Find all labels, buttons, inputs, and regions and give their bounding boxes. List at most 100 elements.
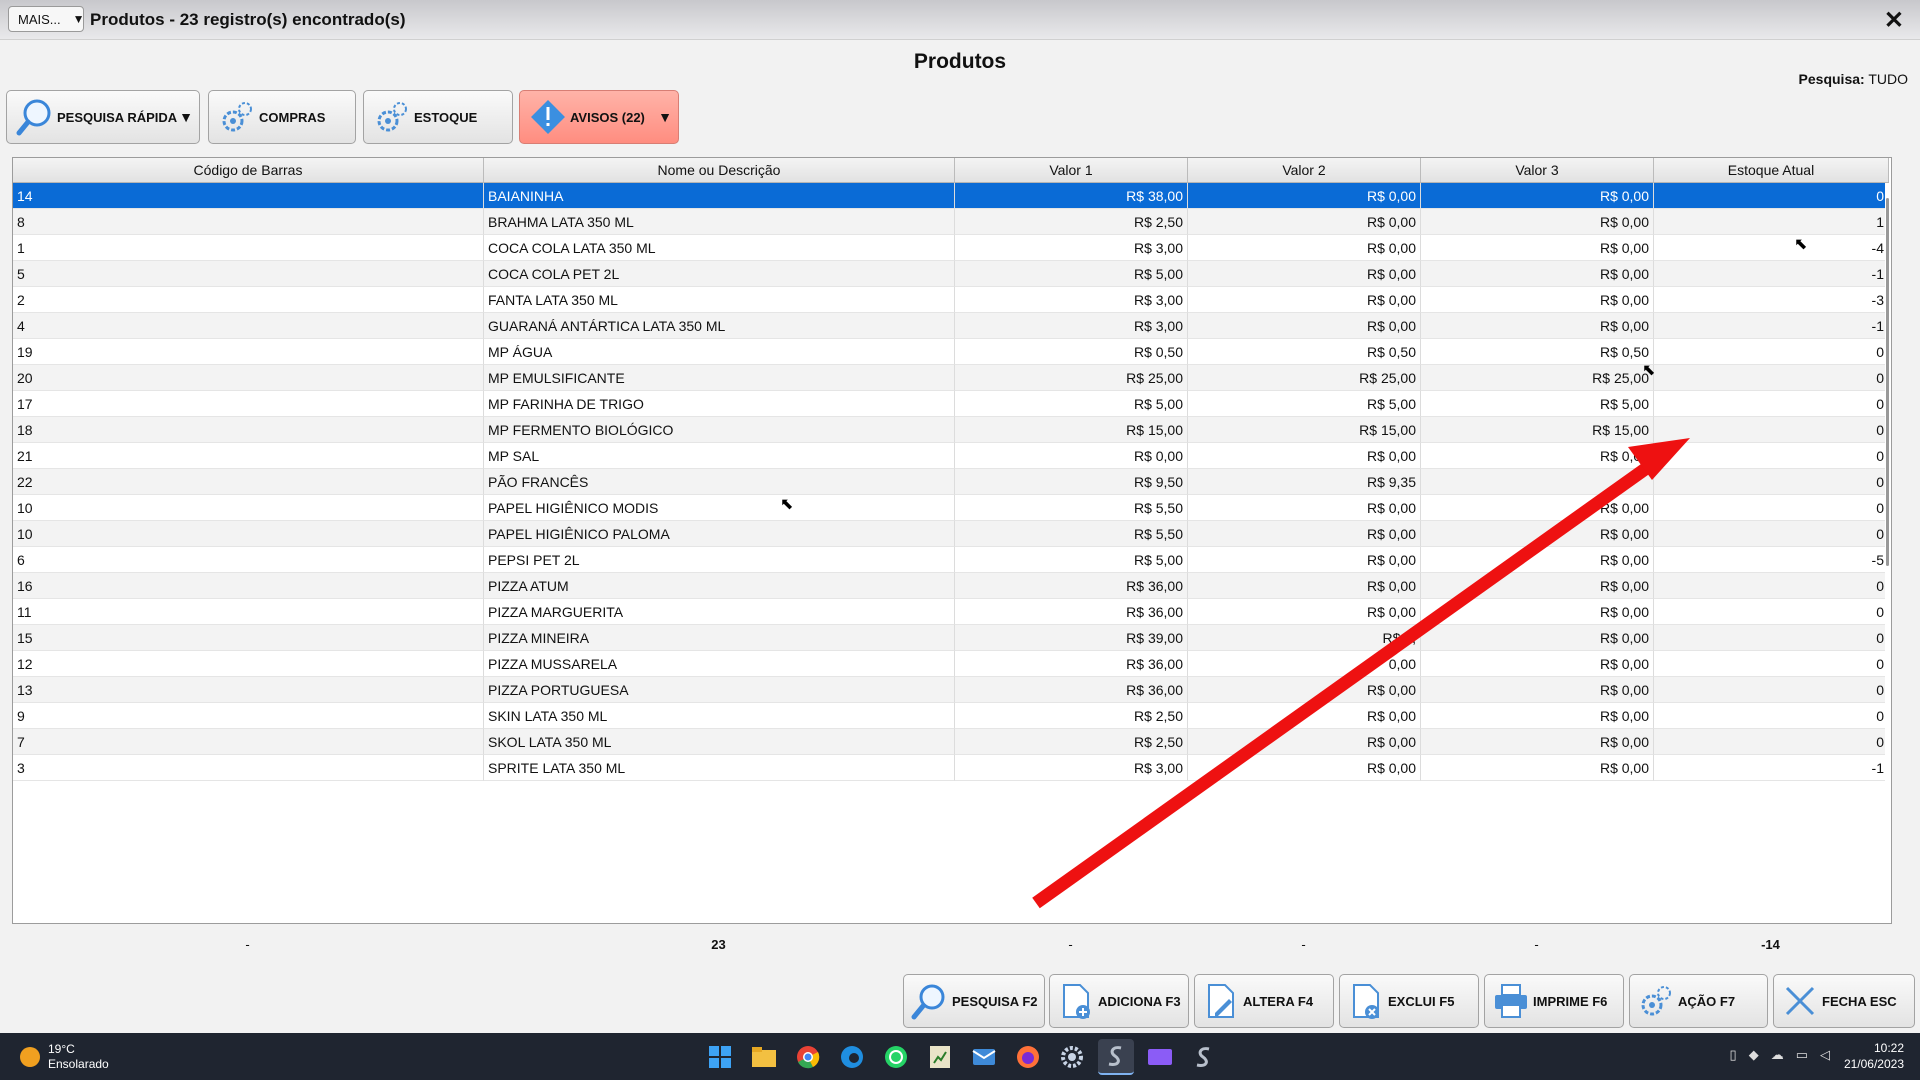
table-row[interactable]: 10 PAPEL HIGIÊNICO MODIS R$ 5,50 R$ 0,00 R$ … (13, 495, 1889, 521)
adiciona-button[interactable]: ADICIONA F3 (1049, 974, 1189, 1028)
table-row[interactable]: 7 SKOL LATA 350 ML R$ 2,50 R$ 0,00 R$ 0,00 0 (13, 729, 1889, 755)
table-row[interactable]: 21 MP SAL R$ 0,00 R$ 0,00 R$ 0,00 0 (13, 443, 1889, 469)
cell-nome: SPRITE LATA 350 ML (484, 755, 955, 781)
altera-button[interactable]: ALTERA F4 (1194, 974, 1334, 1028)
chevron-down-icon[interactable]: ▼ (658, 109, 672, 125)
taskbar: 19°C Ensolarado ▯ ◆ ☁ ▭ ◁ 10:22 21/06/20… (0, 1033, 1920, 1080)
cloud-icon[interactable]: ☁ (1771, 1047, 1784, 1063)
cell-valor3: R$ 0,00 (1421, 573, 1654, 599)
taskbar-apps (702, 1039, 1222, 1075)
cell-valor1: R$ 36,00 (955, 651, 1188, 677)
firefox-icon[interactable] (1010, 1039, 1046, 1075)
table-row[interactable]: 17 MP FARINHA DE TRIGO R$ 5,00 R$ 5,00 R$ 5,… (13, 391, 1889, 417)
column-header[interactable]: Valor 3 (1421, 158, 1654, 182)
table-row[interactable]: 1 COCA COLA LATA 350 ML R$ 3,00 R$ 0,00 R$ 0… (13, 235, 1889, 261)
estoque-button[interactable]: ESTOQUE (363, 90, 513, 144)
edge-icon[interactable] (834, 1039, 870, 1075)
volume-icon[interactable]: ◁ (1820, 1047, 1830, 1063)
cell-valor2: R$ 0,00 (1188, 573, 1421, 599)
compras-button[interactable]: COMPRAS (208, 90, 356, 144)
cell-valor1: R$ 2,50 (955, 209, 1188, 235)
settings-gear-icon[interactable] (1054, 1039, 1090, 1075)
chrome-icon[interactable] (790, 1039, 826, 1075)
estoque-label: ESTOQUE (414, 109, 478, 125)
network-icon[interactable]: ▭ (1796, 1047, 1808, 1063)
table-row[interactable]: 12 PIZZA MUSSARELA R$ 36,00 0,00 R$ 0,00 0 (13, 651, 1889, 677)
file-explorer-icon[interactable] (746, 1039, 782, 1075)
delete-document-icon (1344, 979, 1388, 1023)
cell-estoque: -5 (1654, 547, 1889, 573)
column-header[interactable]: Nome ou Descrição (484, 158, 955, 182)
clock-time: 10:22 (1873, 1041, 1904, 1055)
mail-app-icon[interactable] (966, 1039, 1002, 1075)
cell-valor2: R$ 0,00 (1188, 287, 1421, 313)
table-row[interactable]: 9 SKIN LATA 350 ML R$ 2,50 R$ 0,00 R$ 0,00 0 (13, 703, 1889, 729)
cell-valor1: R$ 36,00 (955, 599, 1188, 625)
table-row[interactable]: 13 PIZZA PORTUGUESA R$ 36,00 R$ 0,00 R$ 0,00… (13, 677, 1889, 703)
clock[interactable]: 10:22 21/06/2023 (1844, 1040, 1904, 1072)
cell-nome: SKOL LATA 350 ML (484, 729, 955, 755)
table-row[interactable]: 11 PIZZA MARGUERITA R$ 36,00 R$ 0,00 R$ 0,00… (13, 599, 1889, 625)
table-row[interactable]: 19 MP ÁGUA R$ 0,50 R$ 0,50 R$ 0,50 0 (13, 339, 1889, 365)
cell-estoque: 0 (1654, 703, 1889, 729)
mais-dropdown-button[interactable]: MAIS... ▼ (8, 6, 85, 32)
table-row[interactable]: 14 BAIANINHA R$ 38,00 R$ 0,00 R$ 0,00 0 (13, 183, 1889, 209)
exclui-button[interactable]: EXCLUI F5 (1339, 974, 1479, 1028)
column-header[interactable]: Valor 2 (1188, 158, 1421, 182)
table-row[interactable]: 10 PAPEL HIGIÊNICO PALOMA R$ 5,50 R$ 0,00 R$… (13, 521, 1889, 547)
cell-codigo: 4 (13, 313, 484, 339)
cell-valor2: R$ 0,00 (1188, 599, 1421, 625)
avisos-button[interactable]: AVISOS (22) ▼ (519, 90, 679, 144)
cell-nome: BRAHMA LATA 350 ML (484, 209, 955, 235)
chevron-down-icon[interactable]: ▼ (179, 109, 193, 125)
usb-icon[interactable]: ▯ (1730, 1047, 1737, 1063)
cell-codigo: 2 (13, 287, 484, 313)
table-row[interactable]: 2 FANTA LATA 350 ML R$ 3,00 R$ 0,00 R$ 0,00-… (13, 287, 1889, 313)
cell-codigo: 10 (13, 495, 484, 521)
cell-estoque: 0 (1654, 365, 1889, 391)
cell-codigo: 17 (13, 391, 484, 417)
table-row[interactable]: 4 GUARANÁ ANTÁRTICA LATA 350 ML R$ 3,00 R$ … (13, 313, 1889, 339)
table-row[interactable]: 20 MP EMULSIFICANTE R$ 25,00 R$ 25,00 R$ 25,… (13, 365, 1889, 391)
mouse-pointer-icon: ⬉ (1794, 236, 1808, 253)
total-valor3: - (1534, 937, 1539, 952)
column-header[interactable]: Código de Barras (13, 158, 484, 182)
column-header[interactable]: Estoque Atual (1654, 158, 1889, 182)
cell-nome: MP EMULSIFICANTE (484, 365, 955, 391)
system-app-icon[interactable] (1098, 1039, 1134, 1075)
table-row[interactable]: 15 PIZZA MINEIRA R$ 39,00 R$ 0, R$ 0,00 0 (13, 625, 1889, 651)
vertical-scrollbar[interactable] (1885, 183, 1891, 923)
table-row[interactable]: 5 COCA COLA PET 2L R$ 5,00 R$ 0,00 R$ 0,00 -1 (13, 261, 1889, 287)
cell-valor3: R$ 0,00 (1421, 261, 1654, 287)
cell-valor1: R$ 0,00 (955, 443, 1188, 469)
cell-nome: PAPEL HIGIÊNICO MODIS (484, 495, 955, 521)
close-icon (1778, 979, 1822, 1023)
cell-codigo: 21 (13, 443, 484, 469)
close-window-button[interactable]: ✕ (1884, 6, 1904, 35)
quick-search-button[interactable]: PESQUISA RÁPIDA ▼ (6, 90, 200, 144)
table-row[interactable]: 18 MP FERMENTO BIOLÓGICO R$ 15,00 R$ 15,00 R… (13, 417, 1889, 443)
table-row[interactable]: 8 BRAHMA LATA 350 ML R$ 2,50 R$ 0,00 R$ 0,00… (13, 209, 1889, 235)
acao-button[interactable]: AÇÃO F7 (1629, 974, 1768, 1028)
fecha-button[interactable]: FECHA ESC (1773, 974, 1915, 1028)
cell-estoque: 0 (1654, 625, 1889, 651)
imprime-button[interactable]: IMPRIME F6 (1484, 974, 1624, 1028)
pesquisa-button[interactable]: PESQUISA F2 (903, 974, 1045, 1028)
table-row[interactable]: 22 PÃO FRANCÊS R$ 9,50 R$ 9,35 0 (13, 469, 1889, 495)
printer-icon (1489, 979, 1533, 1023)
mouse-pointer-icon: ⬉ (1642, 362, 1656, 379)
spreadsheet-app-icon[interactable] (922, 1039, 958, 1075)
table-row[interactable]: 6 PEPSI PET 2L R$ 5,00 R$ 0,00 R$ 0,00 -5 (13, 547, 1889, 573)
video-app-icon[interactable] (1142, 1039, 1178, 1075)
table-row[interactable]: 3 SPRITE LATA 350 ML R$ 3,00 R$ 0,00 R$ 0,00… (13, 755, 1889, 781)
table-row[interactable]: 16 PIZZA ATUM R$ 36,00 R$ 0,00 R$ 0,00 0 (13, 573, 1889, 599)
scrollbar-thumb[interactable] (1886, 198, 1889, 566)
column-header[interactable]: Valor 1 (955, 158, 1188, 182)
cell-nome: GUARANÁ ANTÁRTICA LATA 350 ML (484, 313, 955, 339)
quick-search-label: PESQUISA RÁPIDA (57, 109, 178, 125)
system-app-icon[interactable] (1186, 1039, 1222, 1075)
weather-widget[interactable]: 19°C Ensolarado (20, 1042, 109, 1072)
windows-start-icon[interactable] (702, 1039, 738, 1075)
security-shield-icon[interactable]: ◆ (1749, 1047, 1759, 1063)
whatsapp-icon[interactable] (878, 1039, 914, 1075)
